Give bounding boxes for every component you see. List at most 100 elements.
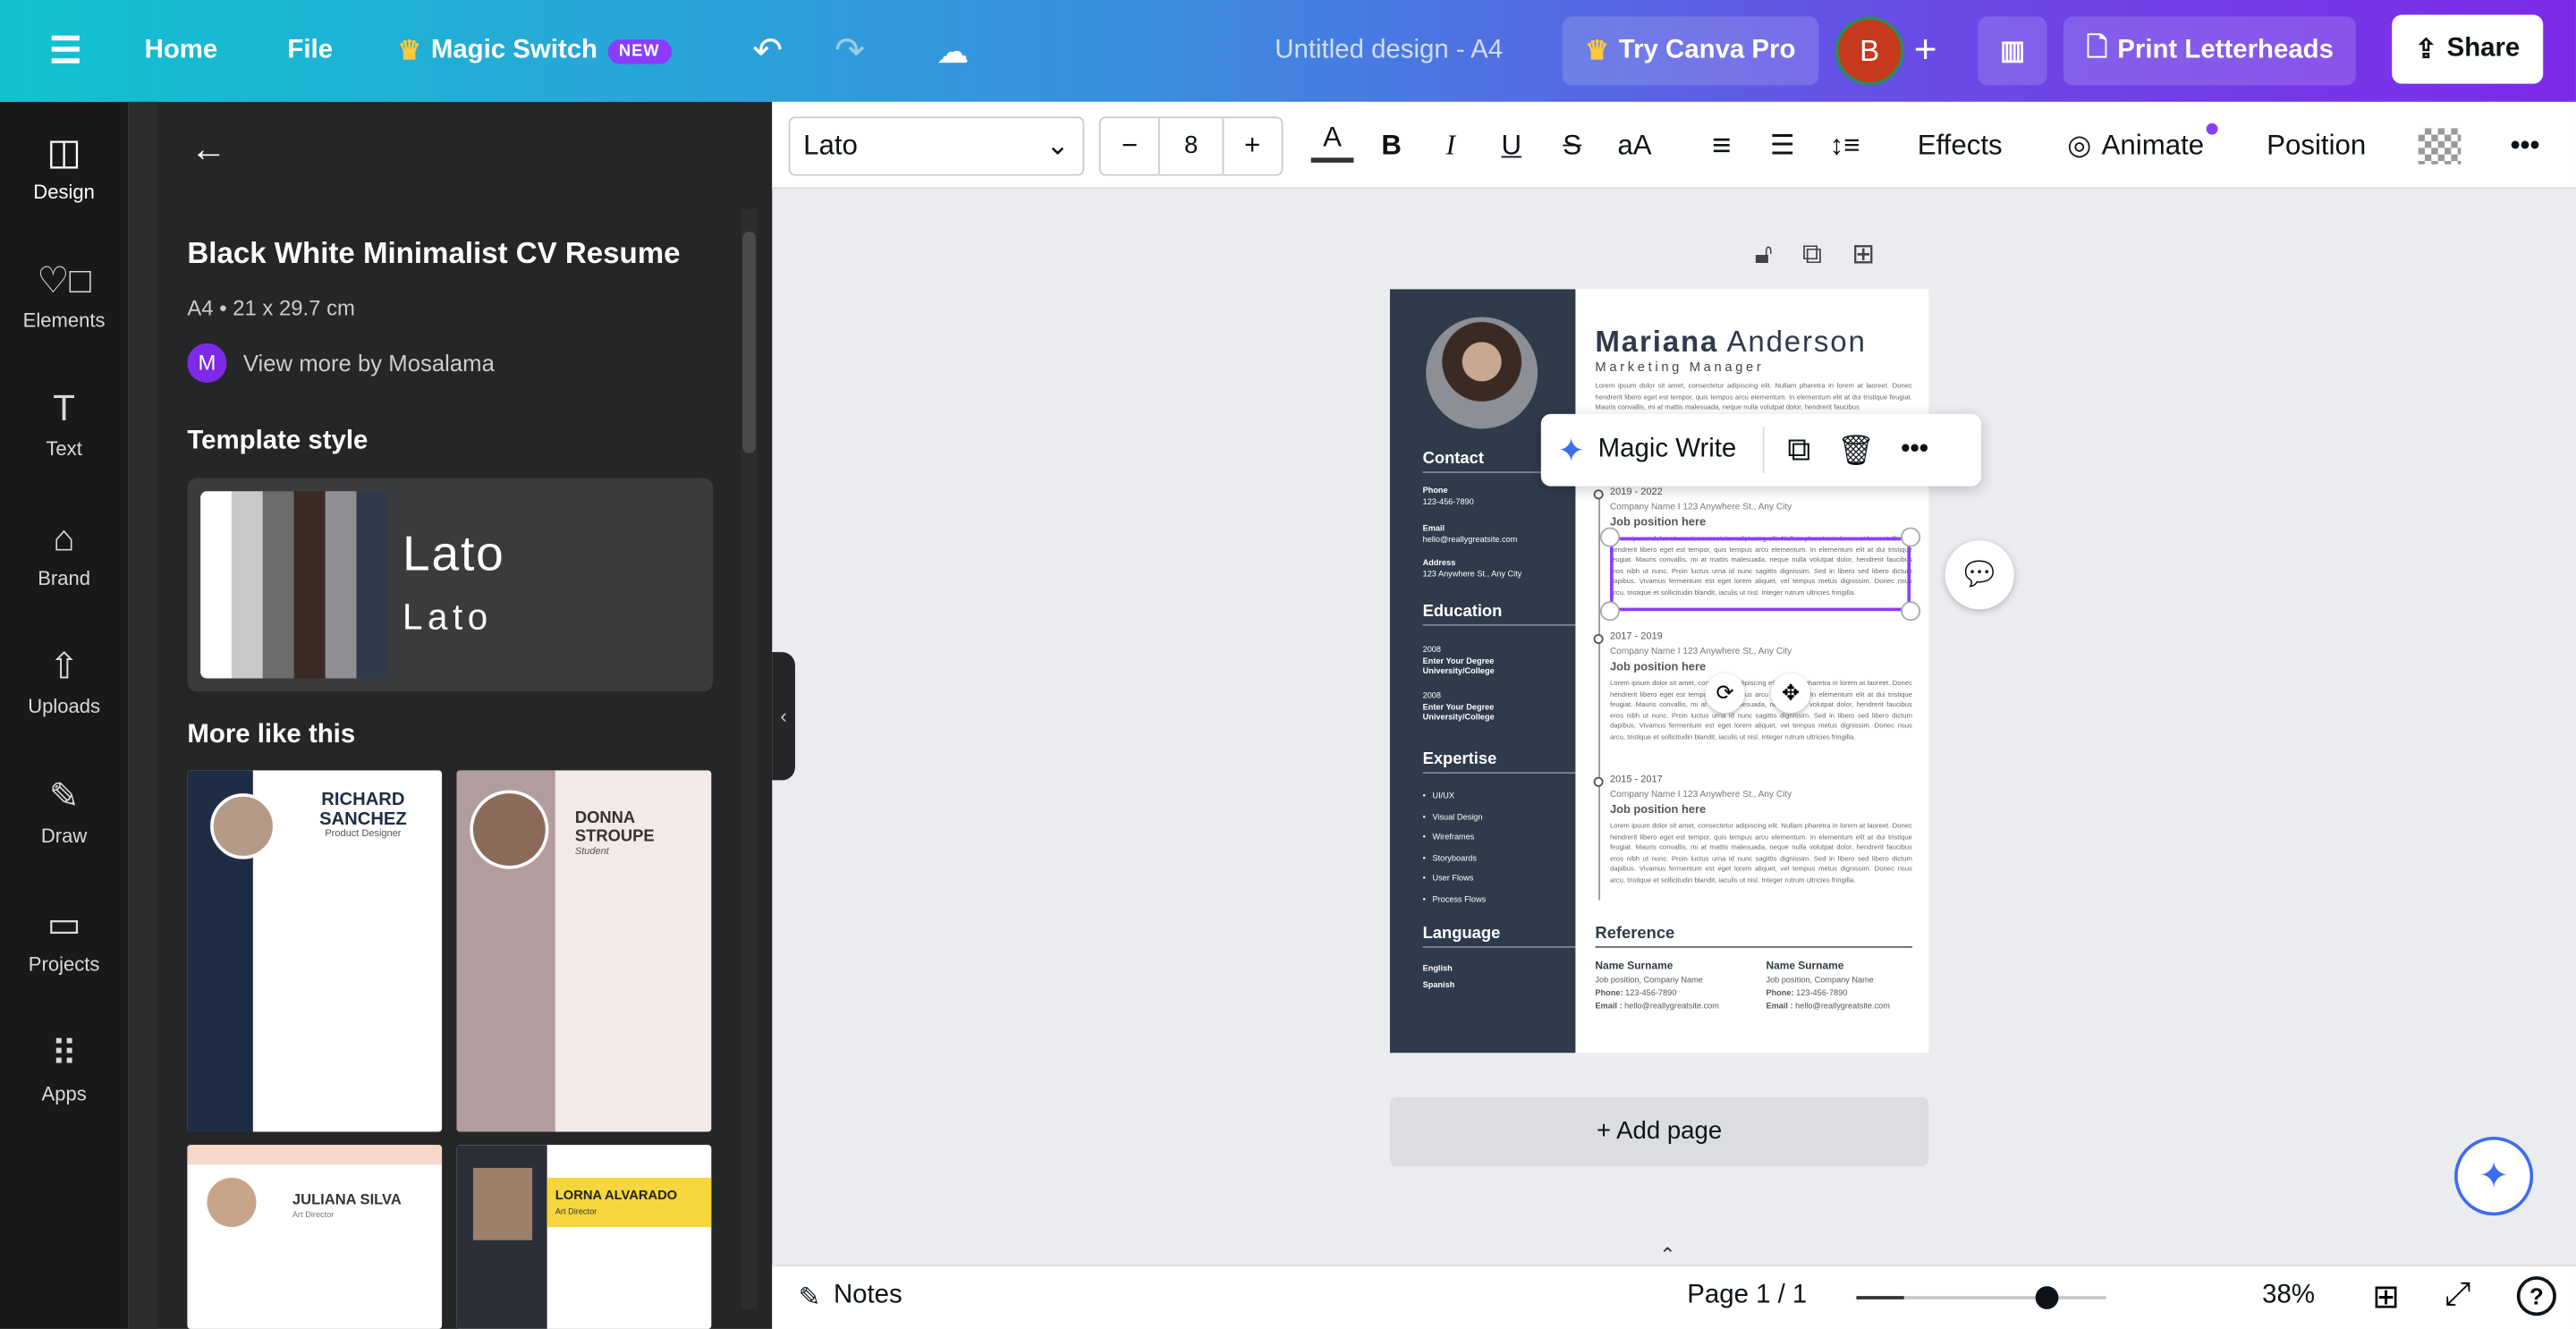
- undo-icon[interactable]: ↶: [752, 0, 783, 102]
- animate-button[interactable]: ◎ Animate: [2054, 116, 2218, 175]
- strikethrough-icon[interactable]: S: [1551, 116, 1594, 175]
- elements-icon: ♡□: [37, 259, 91, 301]
- rail-item-elements[interactable]: ♡□ Elements: [0, 259, 128, 332]
- share-button[interactable]: ⇪ Share: [2392, 14, 2543, 84]
- profile-photo: [1426, 317, 1538, 429]
- position-button[interactable]: Position: [2250, 116, 2382, 175]
- rail-label: Apps: [41, 1082, 87, 1106]
- animate-icon: ◎: [2067, 130, 2092, 161]
- chevron-up-icon[interactable]: ⌃: [1659, 1243, 1675, 1266]
- address-label: Address: [1422, 558, 1456, 569]
- template-thumbnail[interactable]: RICHARD SANCHEZ Product Designer: [187, 770, 443, 1132]
- decrease-size-button[interactable]: −: [1101, 130, 1159, 163]
- email-label: Email: [1422, 523, 1445, 534]
- increase-size-button[interactable]: +: [1224, 130, 1282, 163]
- template-thumbnail[interactable]: DONNA STROUPE Student: [456, 770, 712, 1132]
- insights-icon[interactable]: ▥: [1978, 16, 2047, 86]
- resume-page[interactable]: Contact Phone 123-456-7890 Email hello@rea…: [1389, 289, 1929, 1054]
- magic-write-button[interactable]: Magic Write: [1598, 436, 1737, 465]
- effects-button[interactable]: Effects: [1902, 116, 2018, 175]
- reference-heading: Reference: [1595, 925, 1912, 948]
- spacing-icon[interactable]: ↕≡: [1820, 116, 1869, 175]
- view-more-link[interactable]: View more by Mosalama: [243, 350, 495, 376]
- move-icon[interactable]: ✥: [1770, 673, 1811, 714]
- more-options-icon[interactable]: •••: [2504, 116, 2546, 175]
- job-years: 2017 - 2019: [1609, 632, 1663, 643]
- add-page-icon[interactable]: ⊞: [1852, 238, 1875, 271]
- rail-item-brand[interactable]: ⌂ Brand: [0, 518, 128, 590]
- panel-scrollbar-left[interactable]: [128, 101, 158, 1329]
- underline-icon[interactable]: U: [1490, 116, 1533, 175]
- rail-item-apps[interactable]: ⠿ Apps: [0, 1033, 128, 1105]
- menu-icon[interactable]: ☰: [49, 0, 81, 102]
- page-indicator[interactable]: Page 1 / 1: [1687, 1282, 1807, 1311]
- ref-email: hello@reallygreatsite.com: [1624, 1002, 1719, 1012]
- thumb-name: RICHARD SANCHEZ: [319, 790, 407, 830]
- side-rail: ◫ Design ♡□ Elements T Text ⌂ Brand ⇧ Uploads…: [0, 101, 129, 1329]
- template-thumbnail[interactable]: LORNA ALVARADO Art Director: [456, 1145, 712, 1329]
- template-style-card[interactable]: Lato Lato: [187, 478, 714, 692]
- duplicate-page-icon[interactable]: ⧉: [1802, 238, 1822, 271]
- notes-button[interactable]: ✎ Notes: [799, 1282, 902, 1315]
- lock-icon[interactable]: 🔓︎: [1755, 238, 1773, 271]
- help-icon[interactable]: ?: [2516, 1276, 2556, 1316]
- list-icon[interactable]: ☰: [1761, 116, 1804, 175]
- avatar[interactable]: B: [1835, 16, 1904, 86]
- comment-icon[interactable]: 💬︎: [1945, 540, 2014, 610]
- zoom-level[interactable]: 38%: [2262, 1282, 2315, 1311]
- grid-view-icon[interactable]: ⊞: [2372, 1276, 2400, 1317]
- font-size-stepper: − 8 +: [1098, 116, 1284, 176]
- letter-case-icon[interactable]: aA: [1610, 116, 1659, 175]
- resize-handle[interactable]: [1901, 601, 1921, 622]
- ref-email-label: Email :: [1595, 1002, 1623, 1012]
- share-label: Share: [2446, 34, 2521, 63]
- template-size: A4 • 21 x 29.7 cm: [187, 295, 355, 321]
- zoom-slider-thumb[interactable]: [2034, 1286, 2058, 1309]
- resize-handle[interactable]: [1599, 527, 1620, 547]
- rail-item-draw[interactable]: ✎ Draw: [0, 775, 128, 848]
- italic-icon[interactable]: I: [1429, 116, 1472, 175]
- phone-label: Phone: [1422, 486, 1448, 496]
- resize-handle[interactable]: [1599, 601, 1620, 622]
- timeline-line: [1598, 494, 1600, 901]
- transparency-icon[interactable]: [2418, 128, 2462, 165]
- fullscreen-icon[interactable]: ⤢: [2445, 1276, 2470, 1314]
- rail-item-design[interactable]: ◫ Design: [0, 131, 128, 204]
- back-arrow-icon[interactable]: ←: [191, 128, 226, 171]
- file-menu[interactable]: File: [287, 0, 333, 102]
- collapse-panel-handle[interactable]: ‹: [772, 652, 795, 781]
- delete-icon[interactable]: 🗑︎: [1837, 433, 1875, 468]
- redo-icon[interactable]: ↷: [835, 0, 865, 102]
- more-icon[interactable]: •••: [1901, 436, 1928, 465]
- font-size-input[interactable]: 8: [1158, 118, 1224, 174]
- document-title[interactable]: Untitled design - A4: [1275, 0, 1503, 102]
- try-canva-pro-button[interactable]: ♛ Try Canva Pro: [1562, 16, 1819, 86]
- template-thumbnail[interactable]: JULIANA SILVA Art Director: [187, 1145, 443, 1329]
- zoom-slider[interactable]: [1856, 1286, 2106, 1309]
- add-page-button[interactable]: + Add page: [1389, 1096, 1929, 1167]
- selection-box[interactable]: [1609, 537, 1911, 612]
- color-swatch: [325, 491, 357, 679]
- job-company: Company Name I 123 Anywhere St., Any Cit…: [1609, 503, 1792, 513]
- bold-icon[interactable]: B: [1370, 116, 1413, 175]
- home-button[interactable]: Home: [145, 0, 218, 102]
- author-avatar: M: [187, 343, 227, 383]
- rotate-icon[interactable]: ⟳: [1705, 673, 1745, 714]
- canvas-scrollbar[interactable]: [2550, 189, 2576, 1223]
- panel-scrollbar[interactable]: [741, 208, 758, 1309]
- align-icon[interactable]: ≡: [1700, 116, 1743, 175]
- magic-assistant-icon[interactable]: ✦: [2454, 1136, 2534, 1216]
- magic-switch-button[interactable]: ♛ Magic Switch NEW: [397, 0, 672, 102]
- print-letterheads-button[interactable]: 🗋 Print Letterheads: [2063, 16, 2357, 86]
- resize-handle[interactable]: [1901, 527, 1921, 547]
- add-collaborator-icon[interactable]: +: [1914, 0, 1937, 102]
- cloud-save-icon[interactable]: ☁: [936, 0, 970, 102]
- text-color-icon[interactable]: A: [1310, 116, 1354, 163]
- rail-item-text[interactable]: T Text: [0, 387, 128, 460]
- rail-item-uploads[interactable]: ⇧ Uploads: [0, 646, 128, 718]
- font-family-select[interactable]: Lato ⌄: [788, 116, 1085, 176]
- duplicate-icon[interactable]: ⧉: [1787, 431, 1810, 469]
- language-item: English: [1422, 964, 1453, 975]
- rail-label: Design: [33, 181, 95, 204]
- rail-item-projects[interactable]: ▭ Projects: [0, 903, 128, 976]
